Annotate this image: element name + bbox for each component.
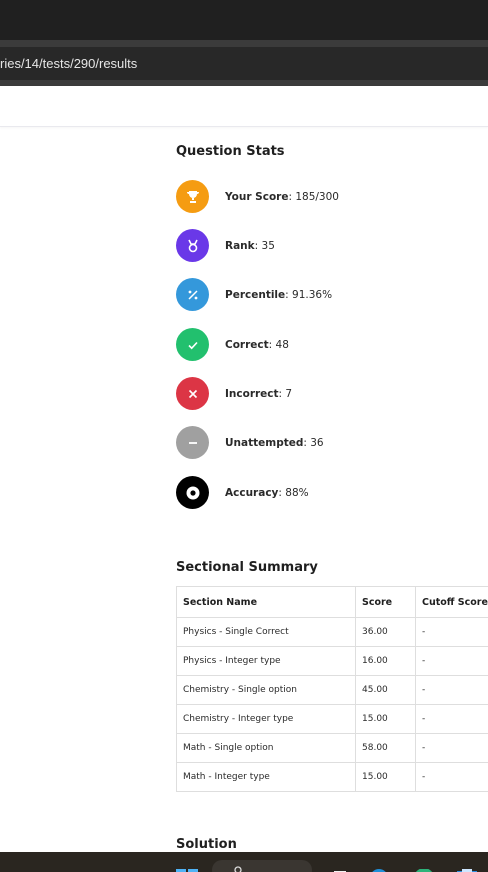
stat-value: : 185/300 xyxy=(288,190,339,203)
stat-label: Percentile xyxy=(225,288,286,301)
stat-label: Your Score xyxy=(225,190,289,203)
percent-icon xyxy=(176,278,209,311)
table-row: Math - Integer type 15.00 - xyxy=(176,762,488,792)
stat-value: : 91.36% xyxy=(285,288,333,301)
stat-label: Rank xyxy=(225,239,255,252)
cell-score: 58.00 xyxy=(355,733,416,763)
cell-section-name: Physics - Single Correct xyxy=(176,617,356,647)
cell-section-name: Chemistry - Single option xyxy=(176,675,356,705)
stat-row-accuracy: Accuracy: 88% xyxy=(176,476,309,509)
sectional-summary-title: Sectional Summary xyxy=(176,560,318,575)
cell-section-name: Math - Integer type xyxy=(176,762,356,792)
stat-row-percentile: Percentile: 91.36% xyxy=(176,278,332,311)
site-header xyxy=(0,86,488,127)
cell-cutoff: - xyxy=(415,733,488,763)
cell-score: 36.00 xyxy=(355,617,416,647)
stat-label: Accuracy xyxy=(225,486,279,499)
stat-row-rank: Rank: 35 xyxy=(176,229,275,262)
stat-value: : 48 xyxy=(268,338,289,351)
stat-value: : 36 xyxy=(303,436,324,449)
cell-score: 15.00 xyxy=(355,762,416,792)
table-row: Chemistry - Single option 45.00 - xyxy=(176,675,488,705)
cell-cutoff: - xyxy=(415,704,488,734)
trophy-icon xyxy=(176,180,209,213)
chrome-icon[interactable] xyxy=(414,863,434,872)
solution-title: Solution xyxy=(176,837,237,852)
cell-section-name: Chemistry - Integer type xyxy=(176,704,356,734)
cell-cutoff: - xyxy=(415,675,488,705)
header-score: Score xyxy=(355,586,416,618)
address-bar-url[interactable]: ries/14/tests/290/results xyxy=(0,47,488,80)
browser-toolbar: ries/14/tests/290/results xyxy=(0,40,488,86)
cell-score: 45.00 xyxy=(355,675,416,705)
results-content: Question Stats Your Score: 185/300 Rank:… xyxy=(176,126,488,852)
stat-value: : 7 xyxy=(278,387,293,400)
edge-icon[interactable] xyxy=(370,863,388,872)
medal-icon xyxy=(176,229,209,262)
cell-section-name: Physics - Integer type xyxy=(176,646,356,676)
target-icon xyxy=(176,476,209,509)
browser-tab-strip xyxy=(0,0,488,40)
stat-row-incorrect: Incorrect: 7 xyxy=(176,377,292,410)
header-section-name: Section Name xyxy=(176,586,356,618)
table-row: Math - Single option 58.00 - xyxy=(176,733,488,763)
cell-score: 15.00 xyxy=(355,704,416,734)
stat-row-unattempted: Unattempted: 36 xyxy=(176,426,324,459)
stat-label: Correct xyxy=(225,338,269,351)
stat-row-correct: Correct: 48 xyxy=(176,328,289,361)
store-icon[interactable] xyxy=(456,863,478,872)
question-stats-title: Question Stats xyxy=(176,144,285,159)
search-box[interactable] xyxy=(212,860,312,872)
sectional-summary-table: Section Name Score Cutoff Score Physics … xyxy=(176,586,488,792)
cell-cutoff: - xyxy=(415,617,488,647)
minus-icon xyxy=(176,426,209,459)
cell-section-name: Math - Single option xyxy=(176,733,356,763)
windows-taskbar xyxy=(0,852,488,872)
cell-cutoff: - xyxy=(415,646,488,676)
stat-value: : 35 xyxy=(254,239,275,252)
cross-icon xyxy=(176,377,209,410)
stat-row-score: Your Score: 185/300 xyxy=(176,180,339,213)
windows-start-icon[interactable] xyxy=(176,863,198,872)
file-icon[interactable] xyxy=(332,864,348,872)
header-cutoff-score: Cutoff Score xyxy=(415,586,488,618)
table-row: Physics - Integer type 16.00 - xyxy=(176,646,488,676)
stat-value: : 88% xyxy=(278,486,309,499)
check-icon xyxy=(176,328,209,361)
table-row: Chemistry - Integer type 15.00 - xyxy=(176,704,488,734)
cell-score: 16.00 xyxy=(355,646,416,676)
cell-cutoff: - xyxy=(415,762,488,792)
table-row: Physics - Single Correct 36.00 - xyxy=(176,617,488,647)
stat-label: Incorrect xyxy=(225,387,279,400)
table-header-row: Section Name Score Cutoff Score xyxy=(176,586,488,618)
stat-label: Unattempted xyxy=(225,436,304,449)
